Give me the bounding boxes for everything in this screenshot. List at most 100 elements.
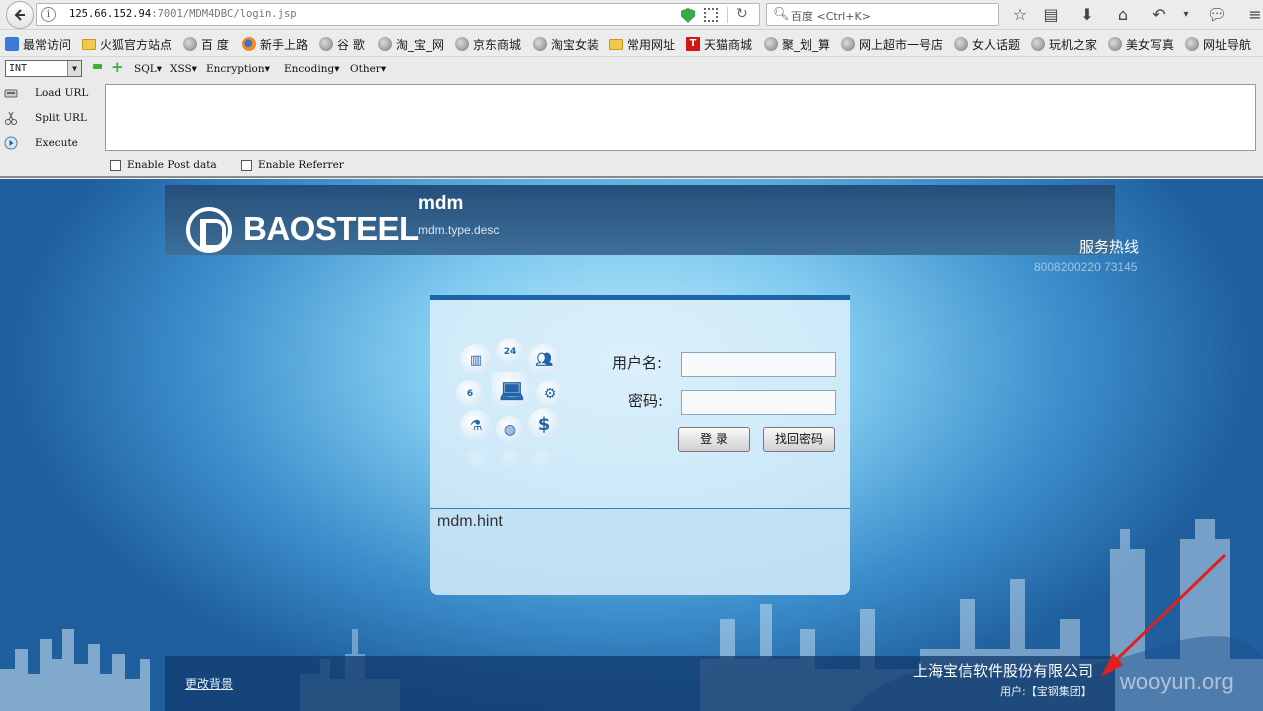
- search-bar[interactable]: 🔍︎ 百度 <Ctrl+K>: [766, 3, 999, 26]
- folder-icon: [82, 38, 96, 50]
- red-arrow-annotation: [1101, 553, 1227, 677]
- change-background-link[interactable]: 更改背景: [185, 675, 233, 692]
- shield-icon[interactable]: [681, 8, 695, 23]
- arrow-left-icon: [14, 9, 25, 21]
- globe-icon: [954, 37, 968, 51]
- play-icon: [4, 136, 18, 150]
- checkbox-box[interactable]: [241, 159, 252, 171]
- bookmark-item[interactable]: T 天猫商城: [686, 36, 752, 52]
- login-panel: ▥ 24 👥︎ 6 💻︎ ⚙ ⚗ ◍ $ 用户名: 密码: 登 录 找回密码 m…: [430, 295, 850, 595]
- menu-sql[interactable]: SQL▾: [134, 63, 162, 75]
- logo-text: BAOSTEEL: [243, 210, 419, 247]
- scissors-icon: [5, 111, 17, 125]
- type-select[interactable]: INT ▼: [5, 60, 82, 77]
- home-icon[interactable]: ⌂: [1112, 4, 1134, 26]
- header-banner: BAOSTEEL mdm mdm.type.desc: [165, 185, 1115, 255]
- baosteel-logo-icon: [186, 207, 232, 253]
- globe-icon: [378, 37, 392, 51]
- checkbox-box[interactable]: [110, 159, 121, 171]
- reflection-icon: [532, 450, 556, 468]
- execute-button[interactable]: Execute: [4, 133, 100, 153]
- menu-icon[interactable]: ≡: [1244, 4, 1263, 26]
- menu-encoding[interactable]: Encoding▾: [284, 63, 339, 75]
- app-description: mdm.type.desc: [418, 223, 500, 237]
- bookmark-item[interactable]: 新手上路: [242, 36, 308, 52]
- user-info: 用户:【宝钢集团】: [1000, 685, 1092, 698]
- bookmark-item[interactable]: 网上超市一号店: [841, 36, 943, 52]
- clock-24-icon: 24: [496, 338, 524, 366]
- bookmark-item[interactable]: 谷 歌: [319, 36, 365, 52]
- load-url-icon: [4, 89, 18, 98]
- bookmark-item[interactable]: 女人话题: [954, 36, 1020, 52]
- globe-icon: [533, 37, 547, 51]
- undo-icon[interactable]: ↶: [1148, 4, 1170, 26]
- load-url-button[interactable]: Load URL: [4, 83, 100, 103]
- bookmark-item[interactable]: 淘_宝_网: [378, 36, 444, 52]
- bookmark-item[interactable]: 常用网址: [609, 36, 675, 52]
- globe-icon: [183, 37, 197, 51]
- split-url-button[interactable]: Split URL: [4, 108, 100, 128]
- globe-icon: [764, 37, 778, 51]
- username-label: 用户名:: [612, 354, 663, 372]
- globe-icon: ◍: [496, 416, 524, 444]
- password-input[interactable]: [681, 390, 836, 415]
- search-input[interactable]: 百度 <Ctrl+K>: [791, 8, 871, 24]
- globe-icon: [455, 37, 469, 51]
- info-icon[interactable]: i: [41, 7, 56, 22]
- bookmark-item[interactable]: 玩机之家: [1031, 36, 1097, 52]
- search-6-icon: 6: [456, 380, 484, 408]
- globe-icon: [319, 37, 333, 51]
- qr-code-icon[interactable]: [704, 8, 718, 22]
- reflection-icon: [500, 450, 524, 468]
- reload-icon[interactable]: ↻: [736, 6, 748, 22]
- bookmark-item[interactable]: 美女写真: [1108, 36, 1174, 52]
- company-name: 上海宝信软件股份有限公司: [913, 662, 1094, 680]
- enable-referrer-checkbox[interactable]: Enable Referrer: [241, 159, 344, 171]
- bookmark-item[interactable]: 京东商城: [455, 36, 521, 52]
- watermark: wooyun.org: [1120, 669, 1234, 694]
- factory-icon: ▥: [460, 344, 492, 376]
- login-button[interactable]: 登 录: [678, 427, 750, 452]
- menu-encryption[interactable]: Encryption▾: [206, 63, 270, 75]
- dollar-icon: $: [528, 408, 560, 440]
- increase-button[interactable]: +: [111, 60, 124, 75]
- firefox-icon: [242, 37, 256, 51]
- app-title: mdm: [418, 193, 464, 214]
- gears-icon: ⚙: [536, 380, 564, 408]
- decrease-button[interactable]: [93, 64, 102, 69]
- bookmark-item[interactable]: 网址导航: [1185, 36, 1251, 52]
- hotline-number: 8008200220 73145: [1034, 260, 1138, 274]
- bookmark-item[interactable]: 火狐官方站点: [82, 36, 172, 52]
- download-icon[interactable]: ⬇: [1076, 4, 1098, 26]
- tmall-icon: T: [686, 37, 700, 51]
- globe-icon: [1185, 37, 1199, 51]
- recover-password-button[interactable]: 找回密码: [763, 427, 835, 452]
- chevron-down-icon[interactable]: ▼: [67, 61, 81, 76]
- browser-navbar: i 125.66.152.94:7001/MDM4DBC/login.jsp ↻…: [0, 0, 1263, 30]
- chat-icon[interactable]: 💬︎: [1206, 4, 1228, 26]
- username-input[interactable]: [681, 352, 836, 377]
- reading-list-icon[interactable]: ▤: [1040, 4, 1062, 26]
- most-visited-icon: [5, 37, 19, 51]
- bookmark-item[interactable]: 聚_划_算: [764, 36, 830, 52]
- enable-post-checkbox[interactable]: Enable Post data: [110, 159, 217, 171]
- menu-other[interactable]: Other▾: [350, 63, 386, 75]
- hotline-label: 服务热线: [1079, 238, 1140, 256]
- globe-icon: [841, 37, 855, 51]
- bookmark-item[interactable]: 百 度: [183, 36, 229, 52]
- globe-icon: [1031, 37, 1045, 51]
- login-page: BAOSTEEL mdm mdm.type.desc 服务热线 80082002…: [0, 179, 1263, 711]
- bookmarks-toolbar: 最常访问 火狐官方站点 百 度 新手上路 谷 歌 淘_宝_网 京东商城 淘宝女装…: [0, 31, 1263, 57]
- bookmark-item[interactable]: 最常访问: [5, 36, 71, 52]
- url-textarea[interactable]: [105, 84, 1256, 151]
- bookmark-item[interactable]: 淘宝女装: [533, 36, 599, 52]
- people-icon: 👥︎: [528, 344, 560, 376]
- url-text[interactable]: 125.66.152.94:7001/MDM4DBC/login.jsp: [69, 8, 297, 20]
- hackbar: INT ▼ + SQL▾ XSS▾ Encryption▾ Encoding▾ …: [0, 57, 1263, 178]
- chevron-down-icon[interactable]: ▾: [1175, 4, 1197, 26]
- hint-area: mdm.hint: [430, 509, 850, 595]
- menu-xss[interactable]: XSS▾: [170, 63, 197, 75]
- star-icon[interactable]: ☆: [1009, 4, 1031, 26]
- back-button[interactable]: [6, 1, 34, 29]
- url-bar[interactable]: i 125.66.152.94:7001/MDM4DBC/login.jsp ↻: [36, 3, 760, 26]
